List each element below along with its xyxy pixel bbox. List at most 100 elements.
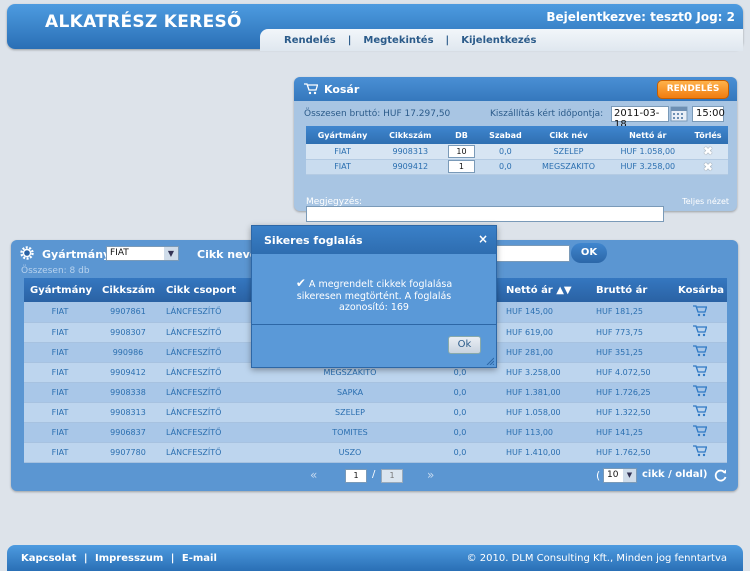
delete-icon[interactable]: ✖ — [703, 160, 713, 174]
add-to-cart-icon[interactable] — [692, 365, 707, 377]
cell-code: 9908313 — [379, 144, 442, 160]
cell-add-to-cart — [672, 422, 727, 443]
cell-make: FIAT — [24, 402, 96, 423]
cell-add-to-cart — [672, 302, 727, 323]
dialog-header: Sikeres foglalás × — [252, 226, 496, 254]
col-header: Cikkszám — [96, 278, 160, 302]
cell-make: FIAT — [306, 159, 380, 175]
col-header: Gyártmány — [306, 126, 380, 144]
add-to-cart-icon[interactable] — [692, 325, 707, 337]
delivery-time-field[interactable]: 15:00 — [692, 106, 725, 122]
cell-code: 9907861 — [96, 302, 160, 323]
cell-make: FIAT — [24, 322, 96, 343]
chevron-down-icon: ▼ — [623, 469, 636, 482]
cell-code: 9908307 — [96, 322, 160, 343]
cart-panel: Kosár RENDELÉS Összesen bruttó: HUF 17.2… — [294, 77, 737, 222]
delivery-date-field[interactable]: 2011-03-18 — [611, 106, 669, 130]
add-to-cart-icon[interactable] — [692, 445, 707, 457]
order-button[interactable]: RENDELÉS — [657, 80, 729, 99]
prev-page-button[interactable]: « — [310, 468, 317, 482]
footer-email-link[interactable]: E-mail — [182, 553, 217, 564]
cell-make: FIAT — [306, 144, 380, 160]
cell-gross: HUF 141,25 — [590, 422, 672, 443]
search-ok-button[interactable]: OK — [571, 243, 607, 263]
col-header: Szabad — [481, 126, 530, 144]
cell-gross: HUF 4.072,50 — [590, 362, 672, 383]
cell-qty: 10 — [441, 144, 482, 160]
resize-grip-icon[interactable] — [486, 357, 494, 365]
cell-add-to-cart — [672, 442, 727, 463]
dialog-ok-button[interactable]: Ok — [448, 336, 481, 354]
current-page-field[interactable]: 1 — [345, 469, 367, 483]
cell-net: HUF 3.258,00 — [500, 362, 590, 383]
cell-free: 0,0 — [420, 402, 500, 423]
cart-title: Kosár — [324, 83, 360, 96]
cell-group: LÁNCFESZÍTŐ — [160, 402, 280, 423]
add-to-cart-icon[interactable] — [692, 305, 707, 317]
cell-group: LÁNCFESZÍTŐ — [160, 382, 280, 403]
cell-make: FIAT — [24, 442, 96, 463]
add-to-cart-icon[interactable] — [692, 405, 707, 417]
cell-name: SZELEP — [529, 144, 608, 160]
cell-code: 9909412 — [96, 362, 160, 383]
calendar-icon[interactable] — [670, 106, 688, 122]
result-count: Összesen: 8 db — [21, 266, 90, 276]
item-name-field[interactable] — [491, 245, 570, 262]
cell-net: HUF 1.410,00 — [500, 442, 590, 463]
add-to-cart-icon[interactable] — [692, 385, 707, 397]
app-header: ALKATRÉSZ KERESŐ Bejelentkezve: teszt0 J… — [7, 4, 743, 51]
delete-icon[interactable]: ✖ — [703, 144, 713, 158]
col-header: Kosárba — [672, 278, 727, 302]
notes-field[interactable] — [306, 206, 664, 222]
refresh-icon[interactable] — [713, 468, 728, 483]
cell-free: 0,0 — [420, 382, 500, 403]
cell-code: 9906837 — [96, 422, 160, 443]
table-row: FIAT 9908313 LÁNCFESZÍTŐ SZELEP 0,0 HUF 1.058… — [24, 402, 727, 423]
per-page-select[interactable]: 10 ▼ — [603, 468, 637, 483]
next-page-button[interactable]: » — [427, 468, 434, 482]
nav-order[interactable]: Rendelés — [272, 35, 348, 46]
main-nav: Rendelés | Megtekintés | Kijelentkezés — [260, 29, 743, 51]
col-header: DB — [441, 126, 482, 144]
quantity-field[interactable]: 10 — [447, 144, 475, 158]
per-page-paren: ( — [596, 469, 601, 482]
col-header: Bruttó ár — [590, 278, 672, 302]
pagination: « 1 / 1 » ( 10 ▼ cikk / oldal) — [11, 468, 738, 486]
table-header-row: Gyártmány Cikkszám DB Szabad Cikk név Ne… — [306, 126, 728, 144]
cell-group: LÁNCFESZÍTŐ — [160, 442, 280, 463]
cell-code: 990986 — [96, 342, 160, 363]
add-to-cart-icon[interactable] — [692, 425, 707, 437]
table-row: FIAT 9907780 LÁNCFESZÍTŐ USZO 0,0 HUF 1.410,0… — [24, 442, 727, 463]
manufacturer-label: Gyártmány: — [42, 248, 115, 261]
col-header-sortable[interactable]: Nettó ár ▲▼ — [500, 278, 590, 302]
add-to-cart-icon[interactable] — [692, 345, 707, 357]
cell-gross: HUF 1.322,50 — [590, 402, 672, 423]
manufacturer-select[interactable]: FIAT ▼ — [106, 246, 179, 261]
nav-view[interactable]: Megtekintés — [351, 35, 445, 46]
cell-code: 9909412 — [379, 159, 442, 175]
quantity-field[interactable]: 1 — [447, 160, 475, 173]
cell-net: HUF 619,00 — [500, 322, 590, 343]
table-row: FIAT 9906837 LÁNCFESZÍTŐ TOMITES 0,0 HUF 113,… — [24, 422, 727, 443]
cell-add-to-cart — [672, 362, 727, 383]
footer-contact-link[interactable]: Kapcsolat — [21, 553, 76, 564]
close-icon[interactable]: × — [478, 232, 488, 246]
nav-logout[interactable]: Kijelentkezés — [449, 35, 548, 46]
cell-net: HUF 1.058,00 — [500, 402, 590, 423]
cell-net: HUF 1.058,00 — [607, 144, 689, 160]
cell-free: 0,0 — [420, 422, 500, 443]
dialog-divider — [252, 324, 496, 325]
user-info: Bejelentkezve: teszt0 Jog: 2 — [546, 10, 735, 24]
cell-name: MEGSZAKITO — [529, 159, 608, 175]
success-dialog: Sikeres foglalás × ✔ A megrendelt cikkek… — [251, 225, 497, 368]
cell-make: FIAT — [24, 342, 96, 363]
dialog-title: Sikeres foglalás — [264, 234, 363, 247]
app-title: ALKATRÉSZ KERESŐ — [45, 12, 242, 32]
cell-net: HUF 113,00 — [500, 422, 590, 443]
full-view-link[interactable]: Teljes nézet — [682, 197, 729, 206]
cart-table: Gyártmány Cikkszám DB Szabad Cikk név Ne… — [306, 126, 728, 175]
col-header: Nettó ár — [607, 126, 689, 144]
footer-links: Kapcsolat | Impresszum | E-mail — [21, 553, 221, 564]
footer-imprint-link[interactable]: Impresszum — [95, 553, 163, 564]
copyright: © 2010. DLM Consulting Kft., Minden jog … — [466, 553, 727, 564]
